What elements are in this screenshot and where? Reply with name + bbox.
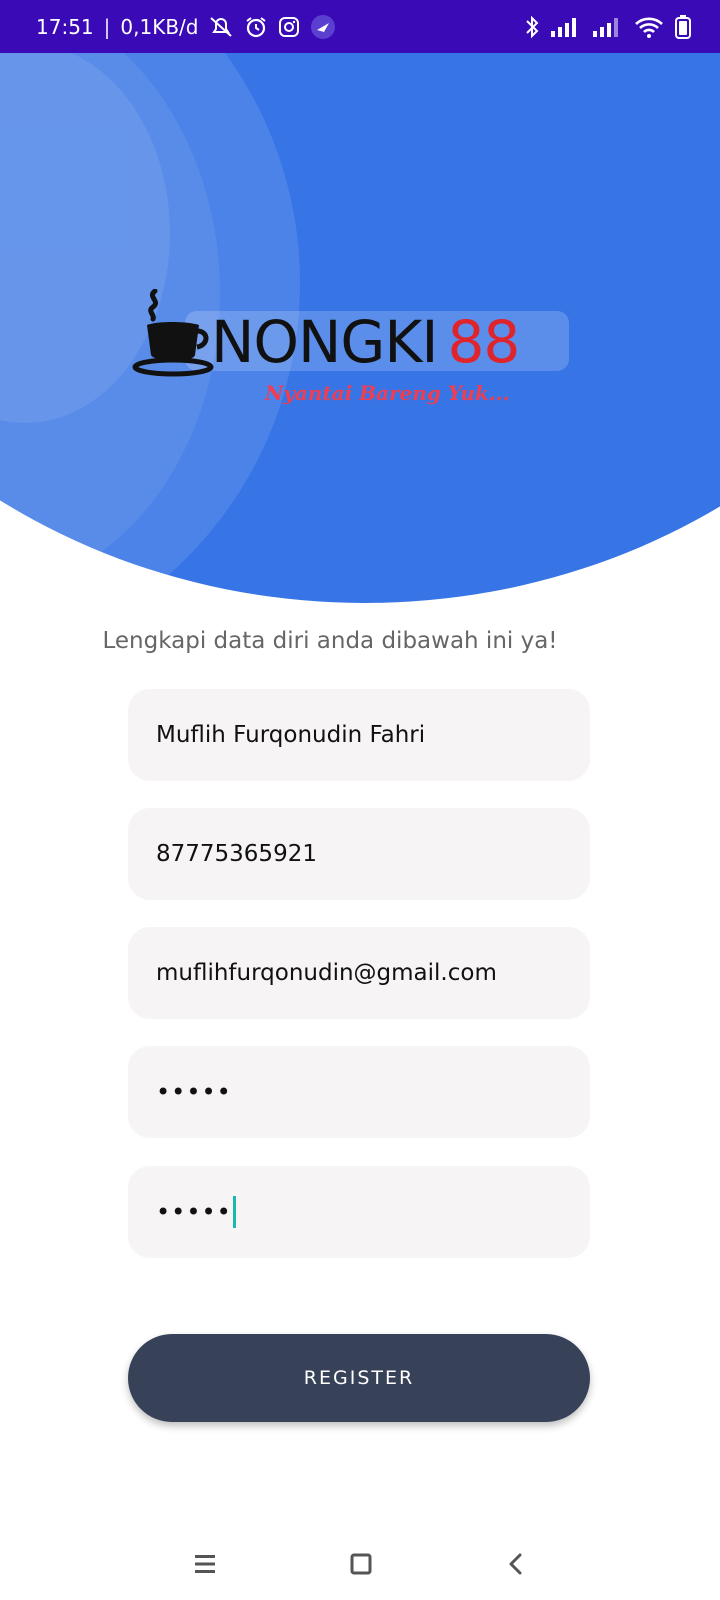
status-bar: 17:51 | 0,1KB/d bbox=[0, 0, 720, 53]
coffee-cup-icon bbox=[132, 289, 214, 377]
confirm-password-field[interactable]: ••••• bbox=[128, 1166, 590, 1258]
phone-field[interactable]: 87775365921 bbox=[128, 808, 590, 900]
home-icon[interactable] bbox=[339, 1542, 383, 1586]
full-name-value: Muflih Furqonudin Fahri bbox=[156, 722, 426, 748]
battery-icon bbox=[674, 14, 692, 40]
wifi-icon bbox=[634, 15, 664, 39]
back-icon[interactable] bbox=[494, 1542, 538, 1586]
app-icon bbox=[310, 14, 336, 40]
email-value: muflihfurqonudin@gmail.com bbox=[156, 960, 497, 986]
password-value: ••••• bbox=[156, 1078, 232, 1106]
signal-icon bbox=[592, 16, 624, 38]
phone-value: 87775365921 bbox=[156, 841, 317, 867]
text-cursor bbox=[232, 1196, 236, 1228]
form-instructions: Lengkapi data diri anda dibawah ini ya! bbox=[102, 628, 558, 654]
confirm-password-value: ••••• bbox=[156, 1198, 232, 1226]
logo-tagline: Nyantai Bareng Yuk... bbox=[265, 381, 510, 405]
password-field[interactable]: ••••• bbox=[128, 1046, 590, 1138]
signal-icon bbox=[550, 16, 582, 38]
status-bar-left: 17:51 | 0,1KB/d bbox=[36, 14, 336, 40]
full-name-field[interactable]: Muflih Furqonudin Fahri bbox=[128, 689, 590, 781]
logo-name: NONGKI 88 bbox=[211, 307, 521, 377]
logo-number: 88 bbox=[447, 308, 521, 376]
app-logo: NONGKI 88 Nyantai Bareng Yuk... bbox=[125, 289, 575, 419]
logo-name-text: NONGKI bbox=[211, 308, 439, 376]
status-divider: | bbox=[103, 14, 111, 39]
status-time: 17:51 bbox=[36, 14, 94, 39]
muted-notification-icon bbox=[208, 15, 234, 39]
email-field[interactable]: muflihfurqonudin@gmail.com bbox=[128, 927, 590, 1019]
register-button[interactable]: REGISTER bbox=[128, 1334, 590, 1422]
bluetooth-icon bbox=[524, 14, 540, 40]
status-network-speed: 0,1KB/d bbox=[120, 14, 199, 39]
alarm-icon bbox=[244, 15, 268, 39]
system-navigation-bar bbox=[0, 1530, 720, 1600]
status-bar-right bbox=[524, 14, 692, 40]
instagram-icon bbox=[278, 16, 300, 38]
menu-icon[interactable] bbox=[183, 1542, 227, 1586]
